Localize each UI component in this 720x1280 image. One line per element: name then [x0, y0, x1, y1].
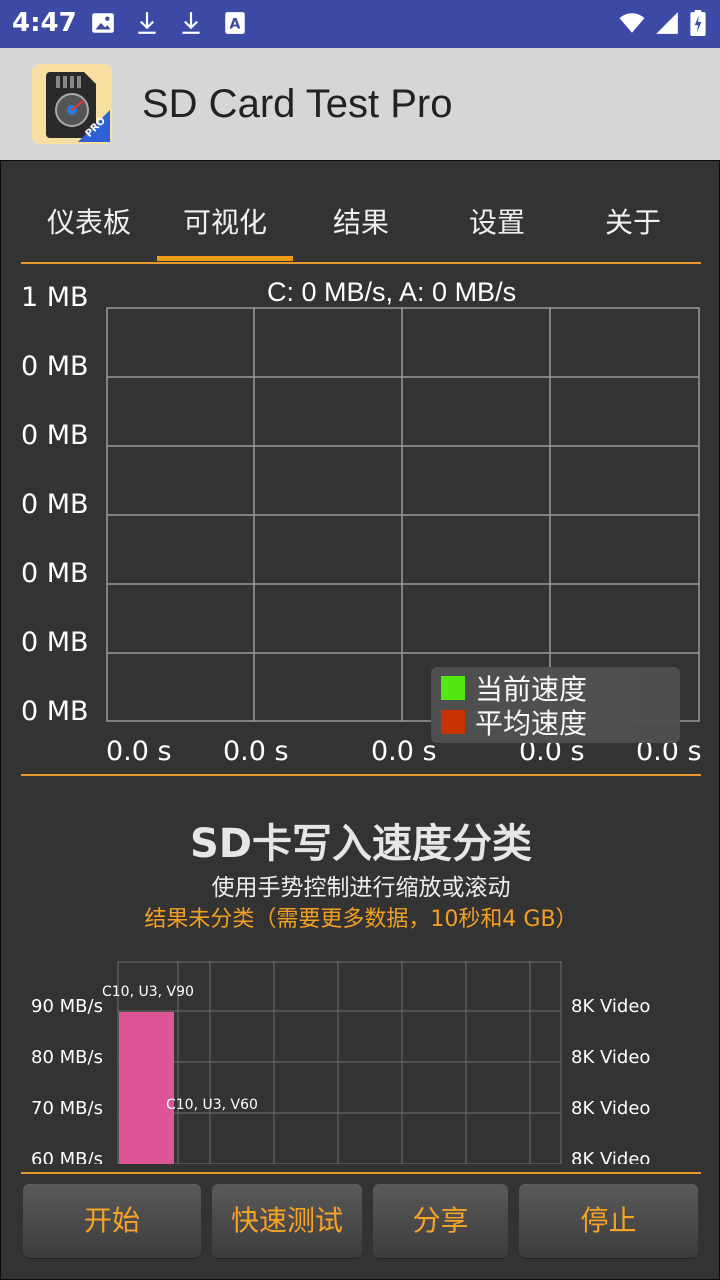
tab-results[interactable]: 结果 [293, 201, 429, 261]
speed-chart-grid [106, 307, 700, 722]
section-divider [21, 774, 701, 776]
speed-chart-title: C: 0 MB/s, A: 0 MB/s [267, 277, 517, 307]
y-tick-label: 0 MB [21, 351, 89, 382]
tab-about[interactable]: 关于 [565, 201, 701, 261]
speed-chart[interactable]: C: 0 MB/s, A: 0 MB/s 1 MB 0 MB 0 MB 0 MB… [1, 271, 719, 771]
classification-status: 结果未分类（需要更多数据，10秒和4 GB） [144, 907, 578, 932]
stop-button[interactable]: 停止 [519, 1184, 698, 1258]
legend-swatch-average [441, 710, 465, 734]
active-tab-indicator [157, 256, 293, 261]
class-right-label: 8K Video [571, 1047, 651, 1068]
legend-swatch-current [441, 676, 465, 700]
x-tick-label: 0.0 s [223, 736, 289, 767]
x-tick-label: 0.0 s [371, 736, 437, 767]
quick-test-button[interactable]: 快速测试 [212, 1184, 362, 1258]
main-panel: 仪表板 可视化 结果 设置 关于 C: 0 MB/s, A: 0 MB/s 1 … [0, 160, 720, 1280]
tabs-divider [21, 262, 701, 264]
classification-title: SD卡写入速度分类 [189, 821, 532, 867]
battery-icon [690, 10, 706, 36]
legend-average-speed: 平均速度 [475, 707, 588, 740]
tab-settings[interactable]: 设置 [429, 201, 565, 261]
font-icon: A [225, 12, 245, 34]
bar-label-v60: C10, U3, V60 [166, 1097, 258, 1113]
class-y-tick-label: 70 MB/s [31, 1098, 103, 1119]
class-y-tick-label: 80 MB/s [31, 1047, 103, 1068]
class-y-tick-label: 60 MB/s [31, 1149, 103, 1164]
download-icon [182, 12, 200, 34]
class-y-tick-label: 90 MB/s [31, 996, 103, 1017]
status-bar: 4:47 A [0, 0, 720, 48]
bar-v90 [119, 1012, 174, 1164]
y-tick-label: 0 MB [21, 627, 89, 658]
y-tick-label: 0 MB [21, 489, 89, 520]
tab-visualization[interactable]: 可视化 [157, 201, 293, 261]
svg-text:A: A [230, 16, 241, 32]
app-title: SD Card Test Pro [142, 82, 453, 126]
signal-icon [656, 12, 678, 34]
y-tick-label: 0 MB [21, 558, 89, 589]
class-right-label: 8K Video [571, 1098, 651, 1119]
class-right-label: 8K Video [571, 1149, 651, 1164]
share-button[interactable]: 分享 [373, 1184, 508, 1258]
x-tick-label: 0.0 s [106, 736, 172, 767]
classification-chart[interactable]: C10, U3, V90 C10, U3, V60 90 MB/s 80 MB/… [1, 956, 719, 1164]
buttons-divider [21, 1172, 701, 1174]
image-icon [92, 13, 114, 33]
start-button[interactable]: 开始 [23, 1184, 201, 1258]
wifi-icon [619, 13, 645, 33]
download-icon [138, 12, 156, 34]
chart-legend: 当前速度 平均速度 [431, 667, 680, 743]
sd-card-icon [46, 72, 110, 142]
status-time: 4:47 [12, 8, 77, 38]
class-right-label: 8K Video [571, 996, 651, 1017]
app-logo: PRO [32, 64, 112, 144]
y-tick-label: 0 MB [21, 420, 89, 451]
app-bar: PRO SD Card Test Pro [0, 48, 720, 160]
classification-subtitle: 使用手势控制进行缩放或滚动 [211, 875, 511, 901]
tab-dashboard[interactable]: 仪表板 [21, 201, 157, 261]
y-tick-label: 0 MB [21, 696, 89, 727]
bar-label-v90: C10, U3, V90 [102, 984, 194, 1000]
y-tick-label: 1 MB [21, 282, 89, 313]
